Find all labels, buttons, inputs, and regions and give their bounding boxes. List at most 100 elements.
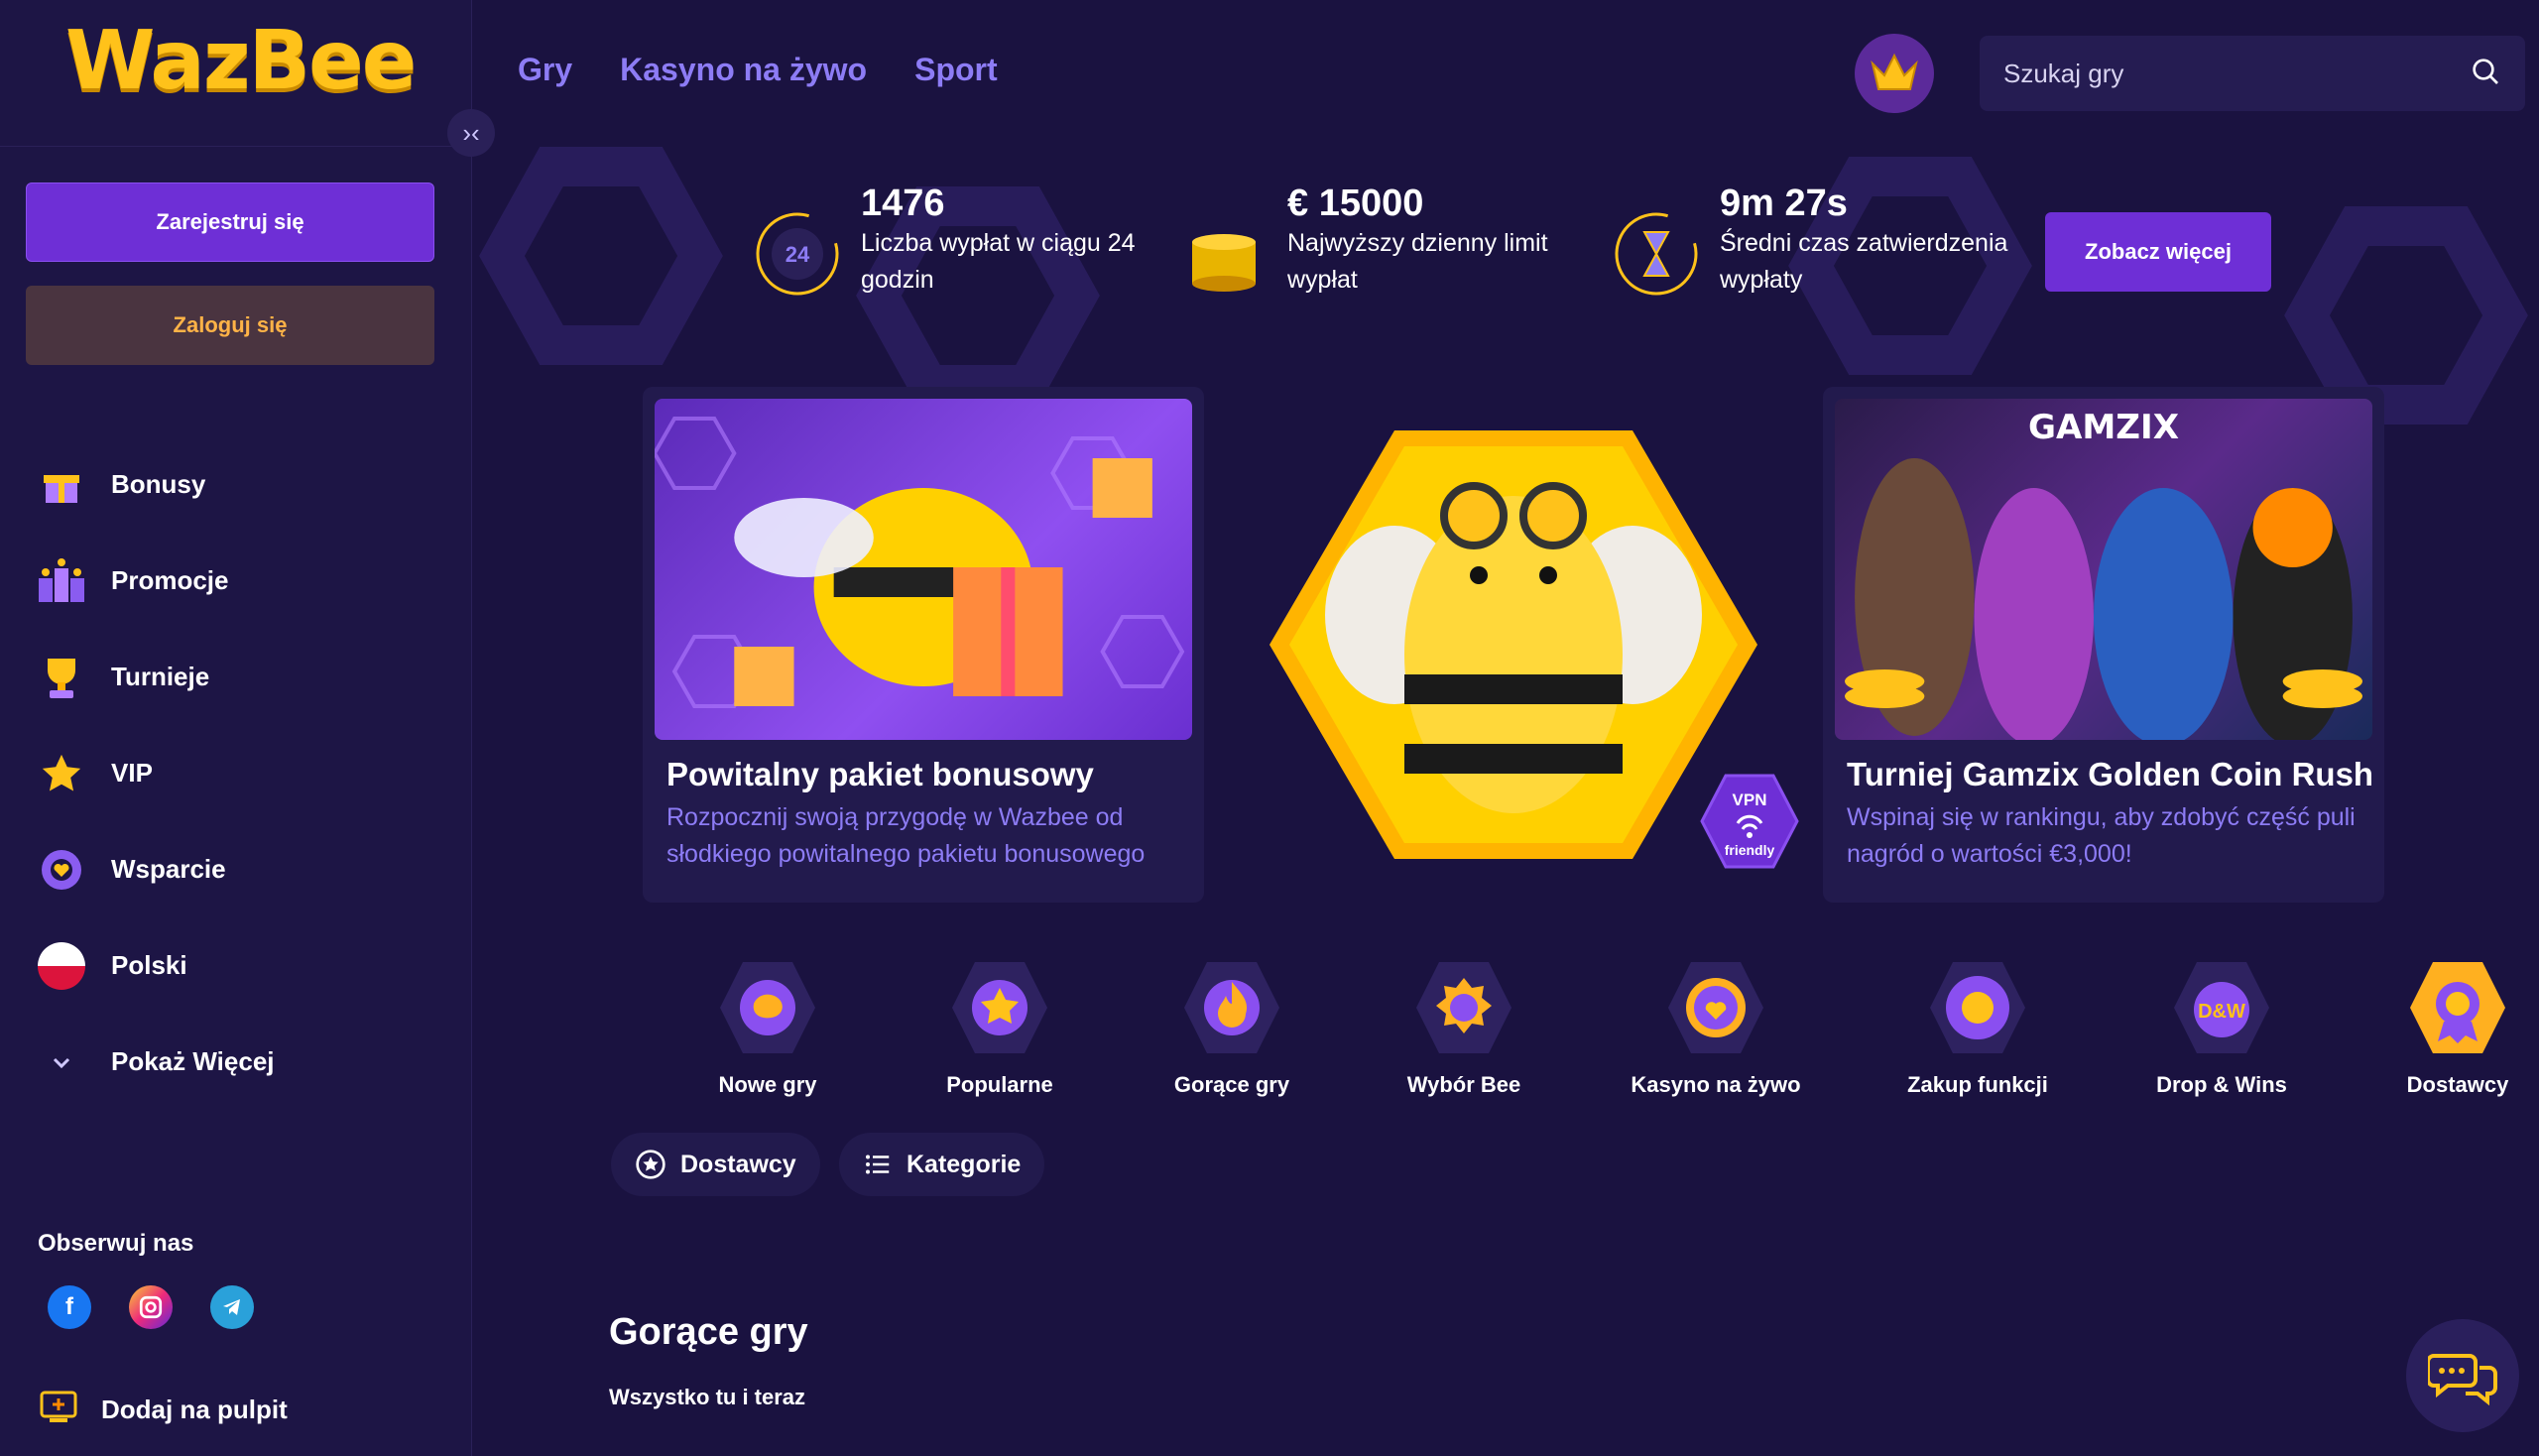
promo-card-tournament[interactable]: GAMZIX Turniej Gamzix Golden Coin Rush W… xyxy=(1823,387,2384,903)
search-bar xyxy=(1980,36,2525,111)
promo-title: Powitalny pakiet bonusowy xyxy=(666,756,1094,792)
promo-card-welcome[interactable]: Powitalny pakiet bonusowy Rozpocznij swo… xyxy=(643,387,1204,903)
chevron-down-icon xyxy=(36,1036,87,1088)
category-providers[interactable]: Dostawcy xyxy=(2358,958,2539,1098)
svg-text:D&W: D&W xyxy=(2198,1001,2245,1023)
bee-choice-icon xyxy=(1416,962,1511,1053)
filter-providers-button[interactable]: Dostawcy xyxy=(611,1133,820,1196)
coin-stack-icon xyxy=(1192,234,1256,292)
category-label: Gorące gry xyxy=(1173,1072,1290,1097)
providers-icon xyxy=(2410,962,2505,1053)
gifts-icon xyxy=(36,555,87,607)
svg-text:GAMZIX: GAMZIX xyxy=(2028,408,2179,447)
vip-crown-button[interactable] xyxy=(1855,34,1934,113)
trophy-icon xyxy=(36,652,87,703)
popular-icon xyxy=(952,962,1047,1053)
logo[interactable]: WazBee xyxy=(65,14,417,108)
category-feature-buy[interactable]: Zakup funkcji xyxy=(1878,958,2077,1098)
search-icon[interactable] xyxy=(2470,56,2501,92)
search-input[interactable] xyxy=(2003,58,2470,89)
stat-value: 1476 xyxy=(861,182,945,224)
new-games-icon xyxy=(720,962,815,1053)
nav-gry[interactable]: Gry xyxy=(518,52,572,88)
sidebar-item-polski[interactable]: Polski xyxy=(36,917,432,1014)
category-label: Popularne xyxy=(946,1072,1053,1097)
top-nav: Gry Kasyno na żywo Sport xyxy=(518,52,998,88)
section-subtitle: Wszystko tu i teraz xyxy=(609,1385,806,1409)
mascot-hexagon xyxy=(1266,426,1761,863)
stat-payouts: 24 1476 Liczba wypłat w ciągu 24 godzin xyxy=(752,182,1158,300)
filter-categories-button[interactable]: Kategorie xyxy=(839,1133,1045,1196)
sidebar: WazBee ›‹ Zarejestruj się Zaloguj się Bo… xyxy=(0,0,495,1456)
chat-support-button[interactable] xyxy=(2406,1319,2519,1432)
nav-kasyno-na-zywo[interactable]: Kasyno na żywo xyxy=(620,52,867,88)
sidebar-item-bonusy[interactable]: Bonusy xyxy=(36,436,432,533)
category-popular[interactable]: Popularne xyxy=(901,958,1099,1098)
category-bee-choice[interactable]: Wybór Bee xyxy=(1365,958,1563,1098)
sidebar-item-label: Polski xyxy=(111,950,187,980)
feature-buy-icon xyxy=(1930,962,2025,1053)
sidebar-item-label: Bonusy xyxy=(111,469,206,499)
sidebar-item-promocje[interactable]: Promocje xyxy=(36,533,432,629)
sidebar-item-label: Wsparcie xyxy=(111,854,226,884)
sidebar-item-show-more[interactable]: Pokaż Więcej xyxy=(36,1014,432,1110)
stat-label: Liczba wypłat w ciągu 24 godzin xyxy=(861,229,1136,294)
promo-image-welcome xyxy=(655,399,1192,740)
sidebar-item-turnieje[interactable]: Turnieje xyxy=(36,629,432,725)
category-label: Zakup funkcji xyxy=(1907,1072,2048,1097)
crown-icon xyxy=(1871,53,1918,90)
filter-label: Kategorie xyxy=(907,1150,1022,1178)
login-button[interactable]: Zaloguj się xyxy=(26,286,434,365)
list-icon xyxy=(866,1154,890,1174)
collapse-sidebar-button[interactable]: ›‹ xyxy=(447,109,495,157)
clock-24-icon: 24 xyxy=(756,212,839,296)
telegram-icon[interactable] xyxy=(210,1285,254,1329)
category-label: Wybór Bee xyxy=(1406,1072,1521,1097)
drop-wins-icon: D&W xyxy=(2174,962,2269,1053)
social-links: f xyxy=(48,1285,254,1329)
vpn-friendly-badge: VPN friendly xyxy=(1698,774,1801,869)
sidebar-item-label: Pokaż Więcej xyxy=(111,1046,275,1076)
gift-icon xyxy=(36,459,87,511)
category-label: Dostawcy xyxy=(2406,1072,2509,1097)
category-label: Nowe gry xyxy=(718,1072,817,1097)
category-new-games[interactable]: Nowe gry xyxy=(668,958,867,1098)
category-drop-wins[interactable]: D&W Drop & Wins xyxy=(2122,958,2321,1098)
stat-limit: € 15000 Najwyższy dzienny limit wypłat xyxy=(1178,182,1575,300)
category-hot-games[interactable]: Gorące gry xyxy=(1133,958,1331,1098)
section-title: Gorące gry xyxy=(609,1311,808,1353)
register-button[interactable]: Zarejestruj się xyxy=(26,182,434,262)
sidebar-item-label: Turnieje xyxy=(111,662,210,691)
facebook-icon[interactable]: f xyxy=(48,1285,91,1329)
stat-value: 9m 27s xyxy=(1720,182,1848,224)
promo-description: Rozpocznij swoją przygodę w Wazbee od sł… xyxy=(666,803,1146,868)
filter-label: Dostawcy xyxy=(680,1150,796,1178)
sidebar-item-vip[interactable]: VIP xyxy=(36,725,432,821)
add-to-desktop-link[interactable]: Dodaj na pulpit xyxy=(40,1389,288,1431)
star-icon xyxy=(36,748,87,799)
follow-us-title: Obserwuj nas xyxy=(38,1230,194,1257)
sidebar-item-label: VIP xyxy=(111,758,153,788)
stat-approval-time: 9m 27s Średni czas zatwierdzenia wypłaty xyxy=(1611,182,2037,300)
flame-icon xyxy=(1184,962,1279,1053)
see-more-button[interactable]: Zobacz więcej xyxy=(2045,212,2271,292)
sidebar-nav: Bonusy Promocje Turnieje VIP Wsparcie Po… xyxy=(36,436,432,1110)
star-circle-icon xyxy=(636,1150,665,1179)
svg-text:friendly: friendly xyxy=(1725,842,1775,858)
category-live-casino[interactable]: Kasyno na żywo xyxy=(1617,958,1815,1098)
add-to-desktop-label: Dodaj na pulpit xyxy=(101,1395,288,1424)
stat-label: Najwyższy dzienny limit wypłat xyxy=(1287,229,1548,294)
category-label: Drop & Wins xyxy=(2156,1072,2287,1097)
desktop-add-icon xyxy=(40,1389,79,1431)
sidebar-item-wsparcie[interactable]: Wsparcie xyxy=(36,821,432,917)
nav-sport[interactable]: Sport xyxy=(914,52,998,88)
instagram-icon[interactable] xyxy=(129,1285,173,1329)
stat-value: € 15000 xyxy=(1287,182,1424,224)
flag-pl-icon xyxy=(36,940,87,992)
promo-title: Turniej Gamzix Golden Coin Rush xyxy=(1847,756,2374,792)
hourglass-icon xyxy=(1615,212,1698,296)
logo-area: WazBee xyxy=(0,0,471,147)
stats-bar: 24 1476 Liczba wypłat w ciągu 24 godzin … xyxy=(635,161,2271,321)
stat-label: Średni czas zatwierdzenia wypłaty xyxy=(1720,229,2008,294)
promo-description: Wspinaj się w rankingu, aby zdobyć część… xyxy=(1847,803,2356,868)
